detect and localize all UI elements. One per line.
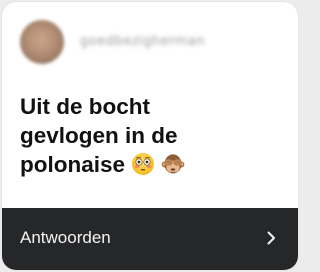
story-reply-card: goedbezigherman Uit de bocht gevlogen in… [2,2,298,270]
chevron-right-icon [267,231,276,245]
username: goedbezigherman [80,34,206,49]
flushed-face-emoji [131,152,155,176]
reply-label: Antwoorden [20,228,111,247]
avatar [20,20,64,64]
see-no-evil-monkey-emoji [161,152,185,176]
reply-button[interactable]: Antwoorden [2,208,298,270]
message-text: Uit de bocht gevlogen in de polonaise [20,92,280,179]
card-header: goedbezigherman [2,2,298,84]
